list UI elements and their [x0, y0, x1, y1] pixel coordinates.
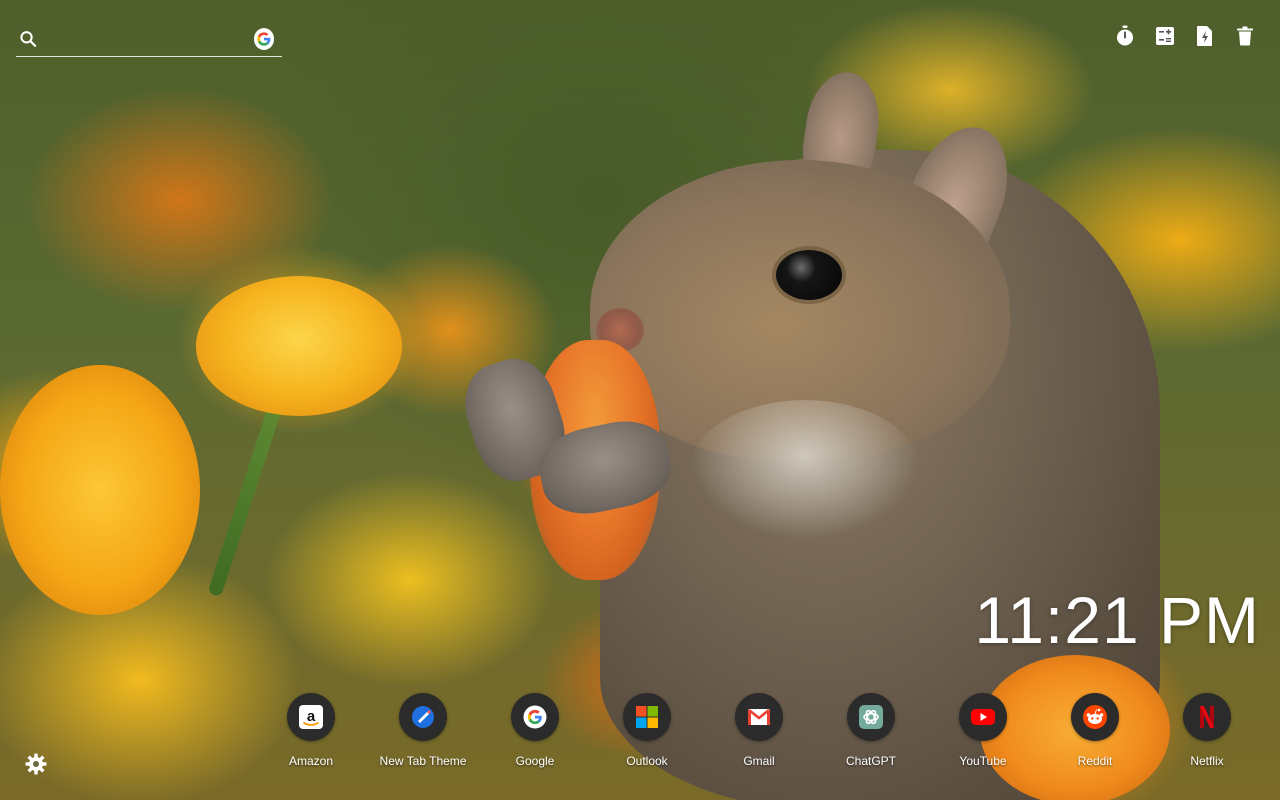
new-tab-theme-icon: [412, 706, 434, 728]
youtube-icon: [971, 709, 995, 725]
clock-time: 11:21 PM: [974, 583, 1260, 657]
shortcuts-dock: a Amazon New Tab Theme Google Outlook Gm…: [255, 693, 1263, 768]
shortcut-youtube[interactable]: YouTube: [927, 693, 1039, 768]
shortcut-outlook[interactable]: Outlook: [591, 693, 703, 768]
reddit-icon: [1083, 705, 1107, 729]
search-bar: [16, 22, 282, 57]
google-icon: [523, 705, 547, 729]
shortcut-icon-circle: a: [287, 693, 335, 741]
shortcut-label: Amazon: [288, 754, 334, 768]
gmail-icon: [748, 708, 770, 725]
shortcut-icon-circle: [511, 693, 559, 741]
flower-stem: [207, 402, 283, 598]
marigold-bloom: [0, 365, 200, 615]
calculator-button[interactable]: [1154, 24, 1176, 48]
netflix-icon: [1200, 706, 1214, 728]
shortcut-icon-circle: [959, 693, 1007, 741]
search-input[interactable]: [38, 25, 254, 53]
shortcut-gmail[interactable]: Gmail: [703, 693, 815, 768]
stopwatch-button[interactable]: [1114, 24, 1136, 48]
shortcut-icon-circle: [847, 693, 895, 741]
squirrel-eye: [776, 250, 842, 300]
shortcut-icon-circle: [1071, 693, 1119, 741]
calculator-icon: [1156, 27, 1174, 45]
shortcut-new-tab-theme[interactable]: New Tab Theme: [367, 693, 479, 768]
stopwatch-icon: [1117, 25, 1133, 46]
shortcut-netflix[interactable]: Netflix: [1151, 693, 1263, 768]
document-bolt-icon: [1197, 26, 1212, 46]
chatgpt-icon: [859, 705, 883, 729]
shortcut-label: Gmail: [743, 754, 775, 768]
trash-button[interactable]: [1234, 24, 1256, 48]
shortcut-chatgpt[interactable]: ChatGPT: [815, 693, 927, 768]
shortcut-reddit[interactable]: Reddit: [1039, 693, 1151, 768]
shortcut-icon-circle: [399, 693, 447, 741]
shortcut-label: New Tab Theme: [379, 754, 467, 768]
shortcut-icon-circle: [623, 693, 671, 741]
svg-text:a: a: [307, 708, 316, 725]
trash-icon: [1237, 26, 1253, 46]
google-g-icon[interactable]: [253, 28, 274, 50]
magnifier-icon[interactable]: [18, 28, 39, 50]
gear-icon: [25, 753, 47, 775]
shortcut-label: Netflix: [1190, 754, 1224, 768]
shortcut-label: YouTube: [959, 754, 1007, 768]
shortcut-label: Reddit: [1077, 754, 1113, 768]
microsoft-icon: [636, 706, 658, 728]
shortcut-amazon[interactable]: a Amazon: [255, 693, 367, 768]
document-bolt-button[interactable]: [1194, 24, 1216, 48]
shortcut-label: ChatGPT: [845, 754, 896, 768]
wallpaper-background: [0, 0, 1280, 800]
amazon-icon: a: [299, 705, 323, 729]
shortcut-label: Google: [515, 754, 555, 768]
settings-button[interactable]: [24, 752, 48, 776]
shortcut-icon-circle: [1183, 693, 1231, 741]
squirrel-chest: [690, 400, 920, 540]
shortcut-icon-circle: [735, 693, 783, 741]
shortcut-google[interactable]: Google: [479, 693, 591, 768]
top-toolbar: [1114, 24, 1256, 48]
marigold-bloom: [196, 276, 402, 416]
shortcut-label: Outlook: [626, 754, 668, 768]
